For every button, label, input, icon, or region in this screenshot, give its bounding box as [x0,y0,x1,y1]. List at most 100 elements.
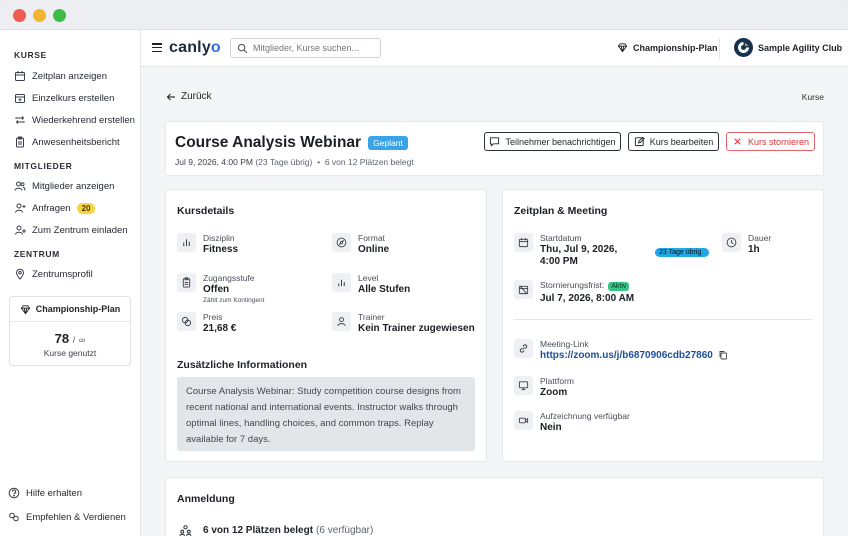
course-title: Course Analysis Webinar [175,134,362,151]
edit-icon [634,136,645,147]
top-bar: canlyo Championship-Plan Sample Agility … [141,30,848,67]
title-bar [0,0,848,30]
link-icon [514,339,533,358]
field-level: Level Alle Stufen [332,273,410,296]
course-subtitle: Jul 9, 2026, 4:00 PM (23 Tage übrig) • 6… [175,157,414,167]
clock-icon [722,233,741,252]
course-occupancy: 6 von 12 Plätzen belegt [324,157,414,167]
search-input[interactable] [253,43,373,53]
notify-participants-button[interactable]: Teilnehmer benachrichtigen [484,132,621,151]
sidebar-item-zentrumsprofil[interactable]: Zentrumsprofil [14,266,93,282]
registration-occupancy: 6 von 12 Plätzen belegt [203,525,314,536]
plan-limit-value: ∞ [78,335,86,345]
schedule-title: Zeitplan & Meeting [514,205,608,217]
sidebar-item-label: Anfragen [32,202,71,214]
calendar-icon [514,233,533,252]
cancel-course-button[interactable]: Kurs stornieren [726,132,815,151]
plan-separator: / [72,335,76,345]
club-name: Sample Agility Club [758,42,843,53]
close-window-button[interactable] [13,9,26,22]
monitor-icon [514,376,533,395]
sidebar-item-einzelkurs[interactable]: Einzelkurs erstellen [14,90,114,106]
user-icon [332,312,351,331]
diamond-icon [20,304,31,315]
plan-usage-label: Kurse genutzt [43,348,97,358]
schedule-divider [514,319,812,320]
registration-available: (6 verfügbar) [316,525,374,536]
course-header-card: Course Analysis Webinar Geplant Jul 9, 2… [165,121,824,176]
clipboard-icon [14,136,26,148]
extra-info-text: Course Analysis Webinar: Study competiti… [177,377,475,451]
chart-bars-icon [177,233,196,252]
menu-icon[interactable] [152,43,162,53]
sidebar-item-anwesenheit[interactable]: Anwesenheitsbericht [14,134,120,150]
app-logo[interactable]: canlyo [169,39,221,57]
course-date: Jul 9, 2026, 4:00 PM [175,157,253,167]
sidebar-item-zeitplan[interactable]: Zeitplan anzeigen [14,68,107,84]
arrow-left-icon [166,92,176,102]
gift-icon [8,511,20,523]
plan-link[interactable]: Championship-Plan [617,42,718,53]
days-left-chip: 23 Tage übrig [655,248,709,257]
sidebar-item-label: Zum Zentrum einladen [32,224,128,236]
plan-link-label: Championship-Plan [633,42,718,53]
copy-icon[interactable] [718,350,728,360]
sidebar: KURSE Zeitplan anzeigen Einzelkurs erste… [0,30,141,536]
maximize-window-button[interactable] [53,9,66,22]
club-avatar [734,38,753,57]
plan-card-title: Championship-Plan [35,304,121,314]
calendar-icon [14,70,26,82]
help-icon [8,487,20,499]
refer-earn-link[interactable]: Empfehlen & Verdienen [8,509,126,525]
field-preis: Preis 21,68 € [177,312,236,335]
refer-earn-label: Empfehlen & Verdienen [26,511,126,523]
club-switcher[interactable]: Sample Agility Club [734,38,842,57]
field-startdatum: Startdatum Thu, Jul 9, 2026, 4:00 PM [514,233,640,268]
sidebar-item-label: Zeitplan anzeigen [32,70,107,82]
field-format: Format Online [332,233,389,256]
search-box [230,38,381,58]
breadcrumb[interactable]: Kurse [802,92,824,102]
plan-used-value: 78 [54,331,70,346]
field-dauer: Dauer 1h [722,233,771,256]
aktiv-badge: Aktiv [608,282,630,291]
extra-info-title: Zusätzliche Informationen [177,359,308,371]
registration-summary: 6 von 12 Plätzen belegt (6 verfügbar) [177,522,373,536]
compass-icon [332,233,351,252]
meeting-link[interactable]: https://zoom.us/j/b6870906cdb27860 [540,350,713,361]
sidebar-section-mitglieder: MITGLIEDER [14,161,73,171]
minimize-window-button[interactable] [33,9,46,22]
sidebar-item-einladen[interactable]: Zum Zentrum einladen [14,222,128,238]
location-pin-icon [14,268,26,280]
main-content: Zurück Kurse Course Analysis Webinar Gep… [141,67,848,536]
field-plattform: Plattform Zoom [514,376,574,399]
course-days-left: (23 Tage übrig) [255,157,313,167]
sidebar-item-label: Wiederkehrend erstellen [32,114,135,126]
plan-usage-count: 78 / ∞ [10,331,130,346]
calendar-plus-icon [14,92,26,104]
back-button[interactable]: Zurück [166,91,212,102]
back-label: Zurück [181,91,212,102]
search-icon [237,43,248,54]
subtitle-bullet: • [317,157,321,167]
close-icon [732,136,743,147]
app-window: KURSE Zeitplan anzeigen Einzelkurs erste… [0,0,848,536]
message-icon [489,136,500,147]
user-plus-icon [14,202,26,214]
calendar-off-icon [514,280,533,299]
sidebar-item-mitglieder[interactable]: Mitglieder anzeigen [14,178,114,194]
field-trainer: Trainer Kein Trainer zugewiesen [332,312,475,335]
sidebar-item-wiederkehrend[interactable]: Wiederkehrend erstellen [14,112,135,128]
clipboard-icon [177,273,196,292]
sidebar-section-zentrum: ZENTRUM [14,249,60,259]
schedule-card: Zeitplan & Meeting Startdatum Thu, Jul 9,… [502,189,824,462]
edit-course-button[interactable]: Kurs bearbeiten [628,132,719,151]
user-add-icon [14,224,26,236]
sidebar-item-label: Anwesenheitsbericht [32,136,120,148]
plan-usage-card: Championship-Plan 78 / ∞ Kurse genutzt [9,296,131,366]
page-title: Course Analysis Webinar Geplant [175,134,408,152]
sidebar-section-kurse: KURSE [14,50,47,60]
sidebar-item-anfragen[interactable]: Anfragen 20 [14,200,96,216]
help-link[interactable]: Hilfe erhalten [8,485,82,501]
topbar-divider [719,38,720,59]
